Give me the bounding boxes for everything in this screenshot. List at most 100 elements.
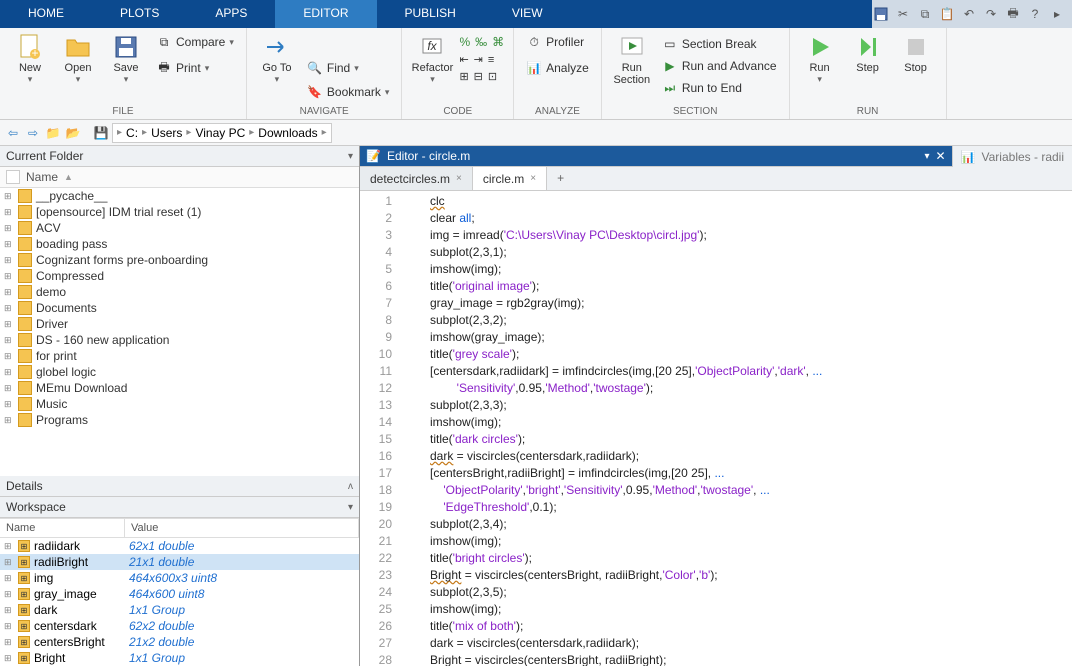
expand-icon[interactable]: ⊞ — [4, 351, 14, 362]
indent-auto[interactable]: ≡ — [487, 52, 495, 67]
folder-item[interactable]: ⊞Music — [0, 396, 359, 412]
variables-header[interactable]: 📊 Variables - radii — [952, 146, 1072, 167]
section-break-button[interactable]: ▭Section Break — [658, 34, 781, 54]
workspace-var[interactable]: ⊞⊞Bright1x1 Group — [0, 650, 359, 666]
tab-close-icon[interactable]: × — [530, 173, 536, 184]
editor-header[interactable]: 📝 Editor - circle.m ▾ ✕ — [360, 146, 952, 167]
undo-icon[interactable]: ↶ — [960, 5, 978, 23]
folder-item[interactable]: ⊞boading pass — [0, 236, 359, 252]
folder-item[interactable]: ⊞MEmu Download — [0, 380, 359, 396]
new-tab-button[interactable]: + — [547, 167, 574, 190]
expand-icon[interactable]: ⊞ — [4, 383, 14, 394]
folder-item[interactable]: ⊞Driver — [0, 316, 359, 332]
bookmark-button[interactable]: 🔖Bookmark ▾ — [303, 82, 394, 102]
folder-item[interactable]: ⊞Documents — [0, 300, 359, 316]
code-editor[interactable]: 1234567891011121314151617181920212223242… — [360, 191, 1072, 666]
step-button[interactable]: Step — [846, 32, 890, 76]
name-column[interactable]: Name — [26, 170, 58, 184]
folder-item[interactable]: ⊞Compressed — [0, 268, 359, 284]
expand-icon[interactable]: ⊞ — [4, 335, 14, 346]
expand-icon[interactable]: ⊞ — [4, 287, 14, 298]
expand-icon[interactable]: ⊞ — [4, 191, 14, 202]
code-btn-2[interactable]: ‰ — [474, 34, 488, 50]
folder-item[interactable]: ⊞ACV — [0, 220, 359, 236]
up-folder-icon[interactable]: 📁 — [44, 124, 62, 142]
open-button[interactable]: Open▾ — [56, 32, 100, 87]
ws-col-name[interactable]: Name — [0, 519, 125, 537]
compare-button[interactable]: ⧉Compare ▾ — [152, 32, 238, 52]
file-tab[interactable]: detectcircles.m× — [360, 167, 473, 190]
workspace-menu-icon[interactable]: ▾ — [348, 502, 353, 513]
fold-3[interactable]: ⊡ — [487, 69, 498, 84]
crumb[interactable]: Downloads — [256, 126, 319, 140]
folder-item[interactable]: ⊞for print — [0, 348, 359, 364]
tab-view[interactable]: VIEW — [484, 0, 571, 28]
find-button[interactable]: 🔍Find ▾ — [303, 58, 394, 78]
run-section-button[interactable]: Run Section — [610, 32, 654, 88]
indent-right[interactable]: ⇥ — [473, 52, 484, 67]
workspace-var[interactable]: ⊞⊞centersBright21x2 double — [0, 634, 359, 650]
help-icon[interactable]: ? — [1026, 5, 1044, 23]
new-button[interactable]: +New▾ — [8, 32, 52, 87]
file-list[interactable]: ⊞__pycache__⊞[opensource] IDM trial rese… — [0, 188, 359, 476]
folder-item[interactable]: ⊞Programs — [0, 412, 359, 428]
expand-icon[interactable]: ⊞ — [4, 255, 14, 266]
drive-icon[interactable]: 💾 — [92, 124, 110, 142]
paste-icon[interactable]: 📋 — [938, 5, 956, 23]
run-advance-button[interactable]: ▶Run and Advance — [658, 56, 781, 76]
copy-icon[interactable]: ⧉ — [916, 5, 934, 23]
run-to-end-button[interactable]: ⏭Run to End — [658, 78, 781, 98]
forward-icon[interactable]: ⇨ — [24, 124, 42, 142]
indent-left[interactable]: ⇤ — [458, 52, 469, 67]
folder-item[interactable]: ⊞globel logic — [0, 364, 359, 380]
tab-plots[interactable]: PLOTS — [92, 0, 187, 28]
tab-apps[interactable]: APPS — [187, 0, 275, 28]
tab-publish[interactable]: PUBLISH — [377, 0, 484, 28]
tab-editor[interactable]: EDITOR — [275, 0, 376, 28]
workspace-var[interactable]: ⊞⊞centersdark62x2 double — [0, 618, 359, 634]
redo-icon[interactable]: ↷ — [982, 5, 1000, 23]
cut-icon[interactable]: ✂ — [894, 5, 912, 23]
stop-button[interactable]: Stop — [894, 32, 938, 76]
refactor-button[interactable]: fxRefactor▾ — [410, 32, 454, 87]
workspace-var[interactable]: ⊞⊞radiidark62x1 double — [0, 538, 359, 554]
editor-menu-icon[interactable]: ▾ — [924, 151, 929, 162]
analyze-button[interactable]: 📊Analyze — [522, 58, 593, 78]
details-header[interactable]: Detailsʌ — [0, 476, 359, 497]
panel-menu-icon[interactable]: ▾ — [348, 151, 353, 162]
workspace-var[interactable]: ⊞⊞dark1x1 Group — [0, 602, 359, 618]
goto-button[interactable]: Go To▾ — [255, 32, 299, 87]
details-expand-icon[interactable]: ʌ — [348, 481, 353, 492]
editor-close-icon[interactable]: ✕ — [936, 149, 946, 163]
folder-item[interactable]: ⊞[opensource] IDM trial reset (1) — [0, 204, 359, 220]
workspace-header[interactable]: Workspace▾ — [0, 497, 359, 518]
expand-icon[interactable]: ⊞ — [4, 207, 14, 218]
expand-icon[interactable]: ⊞ — [4, 399, 14, 410]
expand-icon[interactable]: ⊞ — [4, 415, 14, 426]
print-icon[interactable]: 🖶 — [1004, 5, 1022, 23]
more-icon[interactable]: ▸ — [1048, 5, 1066, 23]
expand-icon[interactable]: ⊞ — [4, 303, 14, 314]
folder-item[interactable]: ⊞demo — [0, 284, 359, 300]
crumb[interactable]: Users — [149, 126, 184, 140]
workspace-var[interactable]: ⊞⊞radiiBright21x1 double — [0, 554, 359, 570]
tab-home[interactable]: HOME — [0, 0, 92, 28]
expand-icon[interactable]: ⊞ — [4, 367, 14, 378]
tab-close-icon[interactable]: × — [456, 173, 462, 184]
folder-item[interactable]: ⊞Cognizant forms pre-onboarding — [0, 252, 359, 268]
save-button[interactable]: Save▾ — [104, 32, 148, 87]
fold-1[interactable]: ⊞ — [458, 69, 469, 84]
folder-item[interactable]: ⊞DS - 160 new application — [0, 332, 359, 348]
profiler-button[interactable]: ⏱Profiler — [522, 32, 593, 52]
save-icon[interactable] — [872, 5, 890, 23]
back-icon[interactable]: ⇦ — [4, 124, 22, 142]
ws-col-value[interactable]: Value — [125, 519, 359, 537]
current-folder-header[interactable]: Current Folder▾ — [0, 146, 359, 167]
file-tab[interactable]: circle.m× — [473, 167, 547, 190]
folder-item[interactable]: ⊞__pycache__ — [0, 188, 359, 204]
expand-icon[interactable]: ⊞ — [4, 271, 14, 282]
crumb[interactable]: Vinay PC — [193, 126, 247, 140]
expand-icon[interactable]: ⊞ — [4, 223, 14, 234]
code-btn-3[interactable]: ⌘ — [491, 34, 505, 50]
crumb[interactable]: C: — [124, 126, 140, 140]
